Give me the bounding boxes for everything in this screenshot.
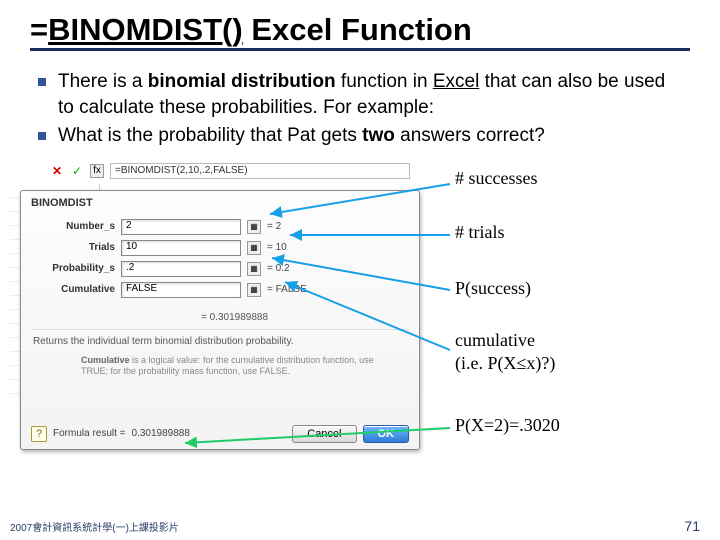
formula-result-label: Formula result =	[53, 428, 126, 439]
arg-resolved: = 0.2	[267, 263, 290, 274]
arg-row-number-s: Number_s 2 ▦ = 2	[35, 218, 409, 236]
dialog-title: BINOMDIST	[21, 191, 419, 211]
arg-label: Probability_s	[35, 263, 115, 274]
arg-input-number-s[interactable]: 2	[121, 219, 241, 235]
arg-resolved: = FALSE	[267, 284, 307, 295]
range-picker-icon[interactable]: ▦	[247, 283, 261, 297]
range-picker-icon[interactable]: ▦	[247, 220, 261, 234]
annotation-cumulative-b: (i.e. P(X≤x)?)	[455, 353, 555, 374]
help-icon[interactable]: ?	[31, 426, 47, 442]
annotation-result: P(X=2)=.3020	[455, 415, 560, 436]
title-func: BINOMDIST()	[48, 12, 243, 47]
ok-button[interactable]: OK	[363, 425, 410, 443]
formula-input[interactable]: =BINOMDIST(2,10,.2,FALSE)	[110, 163, 410, 179]
slide-title: =BINOMDIST() Excel Function	[30, 12, 690, 51]
arg-row-probability-s: Probability_s .2 ▦ = 0.2	[35, 260, 409, 278]
bullet-1: There is a binomial distribution functio…	[58, 69, 682, 121]
annotation-trials: # trials	[455, 222, 505, 243]
cancel-button[interactable]: Cancel	[292, 425, 356, 443]
annotation-successes: # successes	[455, 168, 537, 189]
arg-input-trials[interactable]: 10	[121, 240, 241, 256]
annotation-cumulative-a: cumulative	[455, 330, 535, 351]
arg-resolved: = 2	[267, 221, 281, 232]
cancel-icon[interactable]: ✕	[50, 164, 64, 178]
range-picker-icon[interactable]: ▦	[247, 241, 261, 255]
annotation-psuccess: P(success)	[455, 278, 531, 299]
arg-label: Trials	[35, 242, 115, 253]
fx-icon[interactable]: fx	[90, 164, 104, 178]
arg-input-probability-s[interactable]: .2	[121, 261, 241, 277]
footer-right: 71	[684, 518, 700, 534]
formula-bar: ✕ ✓ fx =BINOMDIST(2,10,.2,FALSE)	[50, 160, 410, 182]
arg-input-cumulative[interactable]: FALSE	[121, 282, 241, 298]
arg-label: Cumulative	[35, 284, 115, 295]
function-arguments-dialog: BINOMDIST Number_s 2 ▦ = 2 Trials 10 ▦ =…	[20, 190, 420, 450]
arg-row-cumulative: Cumulative FALSE ▦ = FALSE	[35, 281, 409, 299]
formula-result-value: 0.301989888	[132, 428, 190, 439]
arg-row-trials: Trials 10 ▦ = 10	[35, 239, 409, 257]
title-rest: Excel Function	[243, 12, 472, 47]
arg-resolved: = 10	[267, 242, 287, 253]
arg-label: Number_s	[35, 221, 115, 232]
footer-left: 2007會計資訊系統計學(一)上課投影片	[10, 519, 179, 534]
dialog-desc1: Returns the individual term binomial dis…	[21, 332, 419, 351]
dialog-desc2: Cumulative is a logical value: for the c…	[21, 351, 419, 378]
range-picker-icon[interactable]: ▦	[247, 262, 261, 276]
dialog-big-result: = 0.301989888	[21, 310, 419, 327]
title-eq: =	[30, 12, 48, 47]
enter-icon[interactable]: ✓	[70, 164, 84, 178]
bullet-2: What is the probability that Pat gets tw…	[58, 123, 682, 149]
